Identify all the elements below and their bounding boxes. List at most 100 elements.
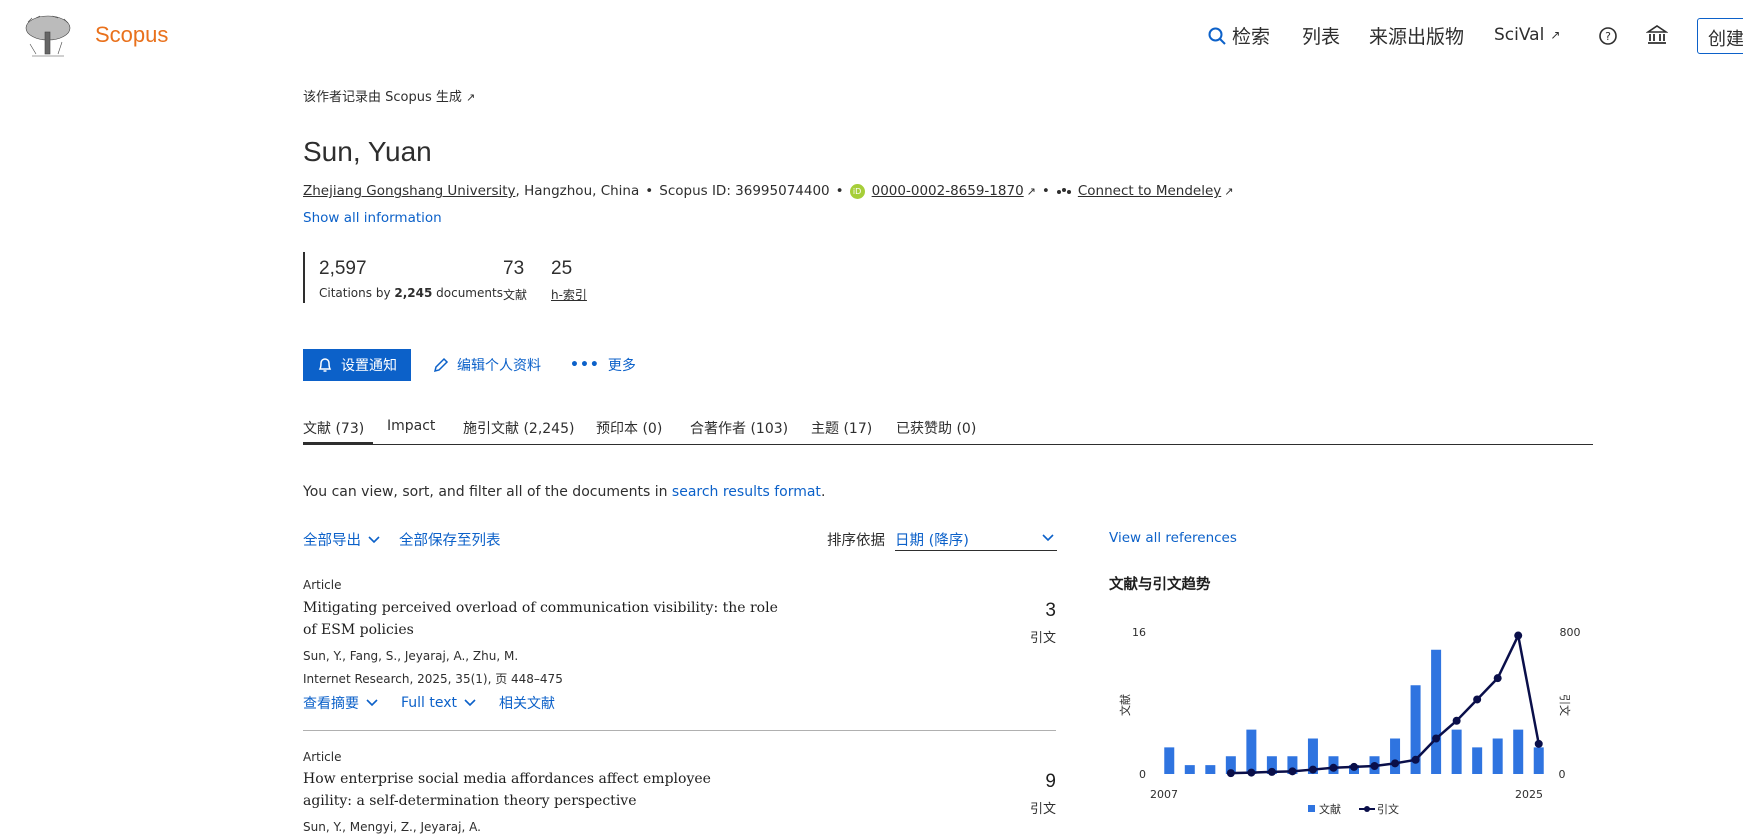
institution-icon[interactable] bbox=[1646, 24, 1668, 46]
external-link-icon: ↗ bbox=[1224, 184, 1234, 198]
orcid-link[interactable]: 0000-0002-8659-1870 bbox=[872, 183, 1024, 199]
doc-type: Article bbox=[303, 750, 342, 764]
more-dots-icon: ••• bbox=[570, 357, 600, 373]
chart-point-citations bbox=[1329, 763, 1338, 772]
create-account-button[interactable]: 创建 bbox=[1697, 18, 1743, 54]
full-text-dropdown[interactable]: Full text bbox=[401, 695, 477, 711]
chart-point-citations bbox=[1452, 716, 1461, 725]
legend-marker-citations bbox=[1364, 806, 1370, 812]
tab-documents[interactable]: 文献 (73) bbox=[303, 418, 373, 445]
nav-lists[interactable]: 列表 bbox=[1302, 22, 1340, 49]
author-name: Sun, Yuan bbox=[303, 136, 432, 167]
more-label: 更多 bbox=[607, 358, 636, 374]
search-icon bbox=[1208, 27, 1226, 45]
tab-co-authors[interactable]: 合著作者 (103) bbox=[690, 418, 788, 445]
set-alert-button[interactable]: 设置通知 bbox=[303, 349, 411, 381]
citation-label: 引文 bbox=[1029, 802, 1056, 817]
more-button[interactable]: ••• 更多 bbox=[570, 355, 636, 375]
scopus-logo[interactable]: Scopus bbox=[95, 22, 168, 48]
chart-bar-documents bbox=[1492, 738, 1503, 774]
documents-citations-chart: 1608000文献 引文2007 2025文献 引文 bbox=[1118, 626, 1581, 816]
sort-select[interactable]: 日期 (降序) bbox=[895, 527, 1057, 551]
doc-title-link[interactable]: Mitigating perceived overload of communi… bbox=[303, 597, 783, 641]
citation-count[interactable]: 3 bbox=[996, 600, 1056, 622]
documents-count: 73 bbox=[503, 258, 525, 279]
chart-point-citations bbox=[1247, 768, 1256, 777]
external-link-icon: ↗ bbox=[466, 91, 476, 104]
left-axis-label: 文献 bbox=[1118, 694, 1132, 716]
citation-label: 引文 bbox=[1029, 631, 1056, 646]
documents-note-end: . bbox=[820, 484, 826, 500]
nav-sources[interactable]: 来源出版物 bbox=[1369, 22, 1464, 49]
chart-point-citations bbox=[1534, 739, 1543, 748]
author-info-line: Zhejiang Gongshang University , Hangzhou… bbox=[303, 183, 1233, 199]
chart-point-citations bbox=[1411, 755, 1420, 764]
sort-label: 排序依据 bbox=[827, 533, 885, 549]
documents-note: You can view, sort, and filter all of th… bbox=[303, 484, 825, 500]
document-divider bbox=[303, 730, 1056, 731]
chart-bar-documents bbox=[1205, 765, 1216, 774]
bell-icon bbox=[318, 358, 332, 372]
author-location: , Hangzhou, China bbox=[515, 183, 640, 199]
doc-title-link[interactable]: How enterprise social media affordances … bbox=[303, 768, 743, 812]
tab-impact[interactable]: Impact bbox=[387, 418, 435, 445]
author-record-note[interactable]: 该作者记录由 Scopus 生成 ↗ bbox=[303, 86, 475, 105]
affiliation-link[interactable]: Zhejiang Gongshang University bbox=[303, 183, 516, 199]
edit-profile-button[interactable]: 编辑个人资料 bbox=[433, 355, 541, 375]
help-icon[interactable]: ? bbox=[1598, 26, 1618, 46]
documents-label: 文献 bbox=[503, 288, 528, 302]
chart-point-citations bbox=[1370, 762, 1379, 771]
view-all-references-link[interactable]: View all references bbox=[1109, 530, 1237, 546]
doc-links: 查看摘要 Full text 相关文献 bbox=[303, 693, 555, 713]
export-all-dropdown[interactable]: 全部导出 bbox=[303, 529, 381, 550]
related-documents-link[interactable]: 相关文献 bbox=[499, 693, 555, 713]
tab-awarded-grants[interactable]: 已获赞助 (0) bbox=[896, 418, 976, 445]
chart-point-citations bbox=[1288, 767, 1297, 776]
h-index-link[interactable]: h-索引 bbox=[551, 286, 587, 303]
chart-bar-documents bbox=[1184, 765, 1195, 774]
mendeley-link[interactable]: Connect to Mendeley bbox=[1078, 183, 1221, 199]
chart-bar-documents bbox=[1164, 747, 1175, 774]
tab-topics[interactable]: 主题 (17) bbox=[811, 418, 872, 445]
chart-bar-documents bbox=[1472, 747, 1483, 774]
doc-authors[interactable]: Sun, Y., Mengyi, Z., Jeyaraj, A. bbox=[303, 820, 481, 834]
chevron-down-icon bbox=[366, 699, 378, 707]
elsevier-logo-icon[interactable] bbox=[22, 14, 74, 60]
nav-search[interactable]: 检索 bbox=[1208, 22, 1270, 49]
chart-bar-documents bbox=[1451, 729, 1462, 774]
h-index-value: 25 bbox=[551, 258, 573, 279]
save-all-to-list-button[interactable]: 全部保存至列表 bbox=[399, 529, 501, 550]
citing-docs-count: 2,245 bbox=[394, 286, 433, 300]
author-tabs: 文献 (73) Impact 施引文献 (2,245) 预印本 (0) 合著作者… bbox=[303, 418, 1593, 445]
doc-source: Internet Research, 2025, 35(1), 页 448–47… bbox=[303, 672, 563, 686]
chart-point-citations bbox=[1514, 631, 1523, 640]
citation-count[interactable]: 9 bbox=[996, 771, 1056, 793]
export-all-label: 全部导出 bbox=[303, 533, 361, 549]
right-axis-tick: 0 bbox=[1559, 768, 1566, 781]
nav-scival[interactable]: SciVal ↗ bbox=[1494, 25, 1560, 45]
left-axis-tick: 16 bbox=[1132, 626, 1146, 639]
chart-bar-documents bbox=[1246, 729, 1257, 774]
legend-label-citations: 引文 bbox=[1377, 802, 1399, 816]
separator-dot: • bbox=[645, 183, 654, 199]
mendeley-icon bbox=[1056, 188, 1071, 194]
chart-title: 文献与引文趋势 bbox=[1109, 577, 1211, 593]
search-results-format-link[interactable]: search results format bbox=[672, 484, 821, 500]
view-abstract-toggle[interactable]: 查看摘要 bbox=[303, 693, 379, 713]
legend-label-documents: 文献 bbox=[1319, 802, 1341, 816]
separator-dot: • bbox=[835, 183, 844, 199]
svg-text:?: ? bbox=[1605, 30, 1611, 43]
tab-preprints[interactable]: 预印本 (0) bbox=[596, 418, 662, 445]
show-all-information-link[interactable]: Show all information bbox=[303, 210, 442, 226]
tab-cited-by[interactable]: 施引文献 (2,245) bbox=[463, 418, 574, 445]
chart-point-citations bbox=[1473, 695, 1482, 704]
chart-point-citations bbox=[1350, 762, 1358, 771]
view-abstract-label: 查看摘要 bbox=[303, 696, 359, 712]
doc-authors[interactable]: Sun, Y., Fang, S., Jeyaraj, A., Zhu, M. bbox=[303, 649, 518, 663]
chart-point-citations bbox=[1391, 759, 1400, 768]
citations-label-post: documents bbox=[432, 286, 503, 300]
scopus-id: Scopus ID: 36995074400 bbox=[659, 183, 830, 199]
external-link-icon: ↗ bbox=[1550, 28, 1561, 42]
nav-scival-label: SciVal bbox=[1494, 25, 1545, 45]
x-axis-end-label: 2025 bbox=[1515, 788, 1543, 801]
